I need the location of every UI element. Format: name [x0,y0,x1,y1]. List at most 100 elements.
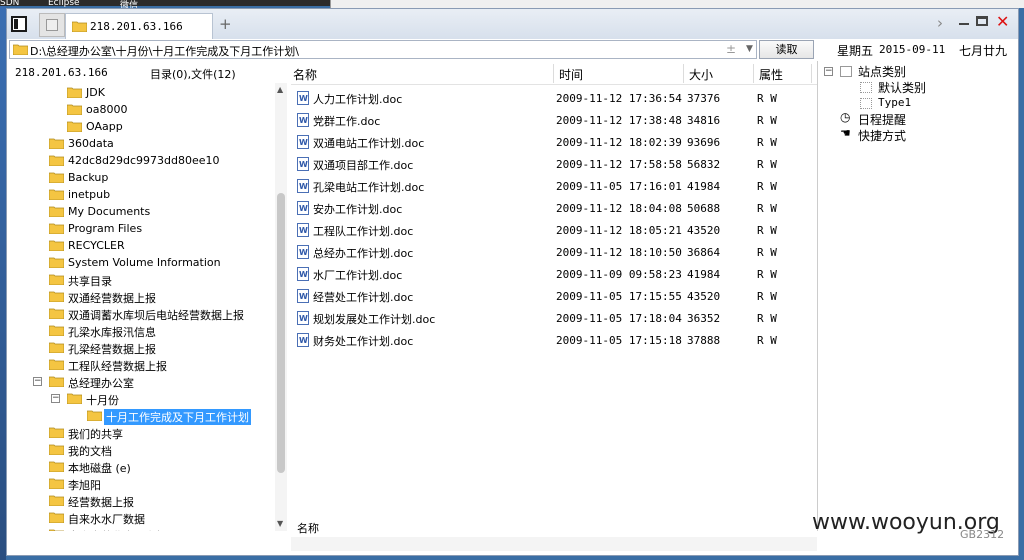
file-list-header: 名称 时间 大小 属性 [291,64,817,85]
file-row[interactable]: 党群工作.doc 2009-11-12 17:38:48 34816 R W [291,110,817,132]
word-doc-icon [297,113,309,127]
file-size: 36864 [687,246,721,259]
toggle-panel-icon[interactable] [11,16,27,32]
file-attr: R W [757,202,777,215]
file-row[interactable]: 安办工作计划.doc 2009-11-12 18:04:08 50688 R W [291,198,817,220]
column-time[interactable]: 时间 [559,66,583,83]
column-name[interactable]: 名称 [293,66,317,83]
new-tab-button[interactable]: + [219,15,232,33]
horizontal-scrollbar[interactable] [291,537,817,551]
file-row[interactable]: 双通电站工作计划.doc 2009-11-12 18:02:39 93696 R W [291,132,817,154]
file-size: 93696 [687,136,721,149]
read-button[interactable]: 读取 [759,40,814,59]
footer-name-label: 名称 [297,522,319,535]
word-doc-icon [297,289,309,303]
file-name: 规划发展处工作计划.doc [313,313,436,326]
column-size[interactable]: 大小 [689,66,713,83]
file-attr: R W [757,136,777,149]
file-row[interactable]: 孔梁电站工作计划.doc 2009-11-05 17:16:01 41984 R W [291,176,817,198]
file-size: 43520 [687,224,721,237]
dropdown-arrow-icon[interactable]: ▼ [746,44,753,54]
encoding-label: GB2312 [960,528,1005,541]
tree-item-label: 工程队经营数据上报 [68,360,167,373]
list-footer: 名称 [291,517,817,537]
file-attr: R W [757,158,777,171]
tree-item-label: 孔梁经营数据上报 [68,343,156,356]
file-name: 双通电站工作计划.doc [313,137,425,150]
tree-item-label: JDK [86,86,105,99]
chevron-right-icon[interactable]: › [937,14,943,32]
file-attr: R W [757,246,777,259]
file-attr: R W [757,290,777,303]
close-button[interactable]: ✕ [996,12,1009,31]
site-category[interactable]: 站点类别 [858,63,906,80]
tree-item-label: 我们的共享 [68,428,123,441]
tree-item-label: 自来水营业中心上报 [68,528,167,531]
file-time: 2009-11-12 18:05:21 [556,224,682,237]
file-attr: R W [757,268,777,281]
scroll-thumb[interactable] [277,193,285,473]
type1-category[interactable]: Type1 [878,96,911,109]
minimize-button[interactable] [959,23,969,25]
date-display: 星期五 2015-09-11 七月廿九 [819,40,1018,60]
scroll-up-icon[interactable]: ▲ [277,85,283,94]
file-time: 2009-11-05 17:15:18 [556,334,682,347]
file-size: 41984 [687,268,721,281]
file-row[interactable]: 财务处工作计划.doc 2009-11-05 17:15:18 37888 R W [291,330,817,352]
clock-icon: ◷ [840,110,851,124]
file-time: 2009-11-12 17:38:48 [556,114,682,127]
file-name: 党群工作.doc [313,115,381,128]
file-time: 2009-11-05 17:18:04 [556,312,682,325]
file-name: 水厂工作计划.doc [313,269,403,282]
collapse-icon[interactable]: − [33,377,42,386]
file-name: 孔梁电站工作计划.doc [313,181,425,194]
shortcuts[interactable]: 快捷方式 [858,127,906,144]
file-attr: R W [757,312,777,325]
tree-item-label: 孔梁水库报汛信息 [68,326,156,339]
schedule-reminder[interactable]: 日程提醒 [858,111,906,128]
file-row[interactable]: 经营处工作计划.doc 2009-11-05 17:15:55 43520 R W [291,286,817,308]
word-doc-icon [297,223,309,237]
file-name: 双通项目部工作.doc [313,159,414,172]
file-row[interactable]: 人力工作计划.doc 2009-11-12 17:36:54 37376 R W [291,88,817,110]
file-time: 2009-11-09 09:58:23 [556,268,682,281]
folder-tree: JDK oa8000 OAapp 360data 42dc8d29dc9973dd80e… [9,83,275,531]
folder-icon [72,21,87,32]
desktop-label-2[interactable]: Eclipse [48,0,80,8]
word-doc-icon [297,179,309,193]
file-name: 安办工作计划.doc [313,203,403,216]
tree-item-label: 十月份 [86,394,119,407]
tree-item-label: 360data [68,137,114,150]
tree-item-label: 双通经营数据上报 [68,292,156,305]
file-row[interactable]: 双通项目部工作.doc 2009-11-12 17:58:58 56832 R W [291,154,817,176]
file-attr: R W [757,114,777,127]
collapse-icon[interactable]: − [824,67,833,76]
file-row[interactable]: 工程队工作计划.doc 2009-11-12 18:05:21 43520 R W [291,220,817,242]
scroll-down-icon[interactable]: ▼ [277,519,283,528]
tree-item-label: 李旭阳 [68,479,101,492]
collapse-icon[interactable]: − [51,394,60,403]
file-row[interactable]: 总经办工作计划.doc 2009-11-12 18:10:50 36864 R W [291,242,817,264]
file-time: 2009-11-12 18:04:08 [556,202,682,215]
tree-scrollbar[interactable]: ▲ ▼ [275,83,287,531]
file-name: 财务处工作计划.doc [313,335,414,348]
tree-item-label: 我的文档 [68,445,112,458]
file-size: 34816 [687,114,721,127]
address-field[interactable]: D:\总经理办公室\十月份\十月工作完成及下月工作计划\ ± ▼ [9,40,757,59]
word-doc-icon [297,157,309,171]
category-item-icon [860,82,872,93]
file-row[interactable]: 规划发展处工作计划.doc 2009-11-05 17:18:04 36352 R W [291,308,817,330]
bookmark-toggle-icon[interactable]: ± [726,42,736,56]
maximize-button[interactable] [976,16,988,26]
tree-item-label: inetpub [68,188,111,201]
tab-blank[interactable] [39,13,65,37]
desktop-label-1[interactable]: SDN [0,0,19,8]
file-size: 56832 [687,158,721,171]
file-row[interactable]: 水厂工作计划.doc 2009-11-09 09:58:23 41984 R W [291,264,817,286]
background-window [330,0,1024,8]
column-attr[interactable]: 属性 [759,66,783,83]
file-size: 37888 [687,334,721,347]
word-doc-icon [297,91,309,105]
tab-host[interactable]: 218.201.63.166 [65,13,213,39]
default-category[interactable]: 默认类别 [878,79,926,96]
